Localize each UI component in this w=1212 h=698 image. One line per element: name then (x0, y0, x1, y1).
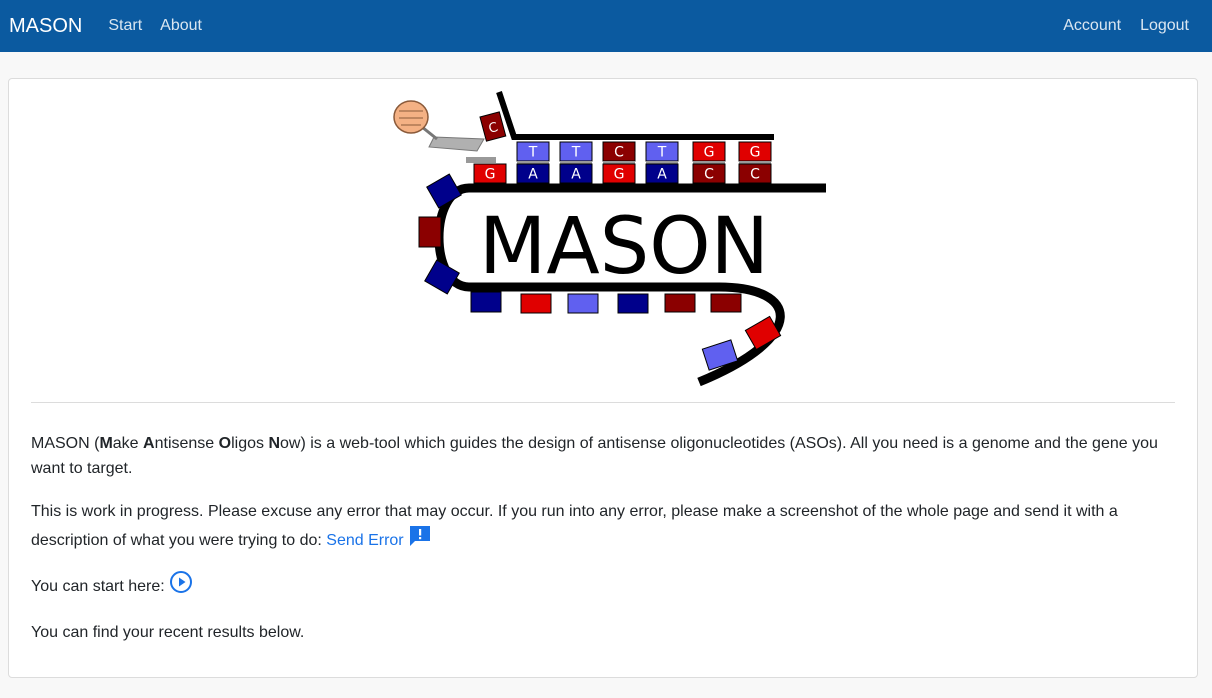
navbar: MASON Start About Account Logout (0, 0, 1212, 52)
brand-link[interactable]: MASON (9, 15, 82, 38)
wip-text: This is work in progress. Please excuse … (31, 503, 1118, 549)
wip-paragraph: This is work in progress. Please excuse … (31, 499, 1181, 556)
nav-right: Account Logout (1044, 17, 1203, 35)
nucleotide-letter: A (657, 167, 667, 183)
nucleotide-letter: A (528, 167, 538, 183)
nucleotide-letter: C (704, 167, 714, 183)
nucleotide-letter: A (571, 167, 581, 183)
intro-text: MASON ( (31, 435, 100, 452)
start-text: You can start here: (31, 578, 170, 595)
top-strand: TTCTGG (516, 141, 772, 164)
nucleotide-letter: G (704, 145, 715, 161)
nucleotide-letter: G (614, 167, 625, 183)
nucleotide-letter: T (528, 145, 538, 161)
divider (31, 402, 1175, 403)
mason-logo: C TTCTGG GAAGACC MASON (389, 87, 839, 397)
acronym-letter: A (143, 435, 155, 452)
bottom-strand: GAAGACC (473, 163, 772, 184)
start-paragraph: You can start here: (31, 570, 1181, 602)
nav-logout-link[interactable]: Logout (1140, 17, 1189, 35)
trowel-icon (393, 100, 485, 152)
main-card: C TTCTGG GAAGACC MASON MASON (Make Antis… (8, 78, 1198, 678)
nucleotide-letter: T (657, 145, 667, 161)
acronym-letter: M (99, 435, 113, 452)
nucleotide-letter: T (571, 145, 581, 161)
nucleotide-letter: C (614, 145, 624, 161)
nucleotide-letter: G (485, 167, 496, 183)
nav-account-link[interactable]: Account (1063, 17, 1121, 35)
nav-about-link[interactable]: About (160, 17, 202, 35)
nucleotide-letter: C (750, 167, 760, 183)
intro-text: ligos (231, 435, 269, 452)
feedback-icon[interactable] (408, 524, 432, 556)
acronym-letter: O (218, 435, 232, 452)
nav-start-link[interactable]: Start (108, 17, 142, 35)
nucleotide-letter: G (750, 145, 761, 161)
logo-title: MASON (479, 202, 769, 292)
intro-text: ntisense (154, 435, 219, 452)
intro-text: ake (112, 435, 144, 452)
acronym-letter: N (268, 435, 281, 452)
content: MASON (Make Antisense Oligos Now) is a w… (31, 431, 1181, 663)
send-error-link[interactable]: Send Error (326, 532, 403, 549)
play-circle-icon[interactable] (169, 570, 193, 602)
recent-paragraph: You can find your recent results below. (31, 624, 305, 641)
intro-paragraph: MASON (Make Antisense Oligos Now) is a w… (31, 431, 1181, 481)
